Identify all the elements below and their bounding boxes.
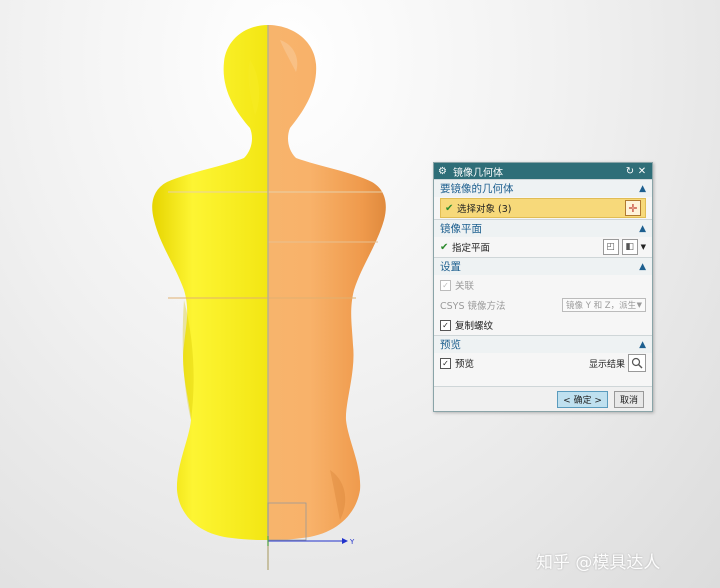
section-settings: 设置 ▲ ✓ 关联 CSYS 镜像方法 镜像 Y 和 Z，派生 ▼ ✓ 复制螺纹 (434, 257, 652, 335)
mirror-body-left-yellow[interactable] (152, 25, 268, 540)
csys-method-label: CSYS 镜像方法 (440, 301, 506, 312)
show-result-label: 显示结果 (588, 359, 625, 370)
chevron-up-icon[interactable]: ▲ (639, 262, 646, 272)
section-preview: 预览 ▲ ✓ 预览 显示结果 (434, 335, 652, 373)
section-geometry-header[interactable]: 要镜像的几何体 ▲ (434, 180, 652, 197)
specify-plane-label: 指定平面 (452, 243, 491, 254)
crosshair-icon[interactable]: ✛ (625, 200, 641, 216)
ok-button[interactable]: < 确定 > (557, 390, 608, 408)
chevron-down-icon: ▼ (636, 301, 642, 309)
section-geometry-title: 要镜像的几何体 (440, 183, 514, 195)
section-preview-header[interactable]: 预览 ▲ (434, 336, 652, 353)
section-plane-header[interactable]: 镜像平面 ▲ (434, 220, 652, 237)
reset-icon[interactable]: ↻ (624, 166, 636, 177)
chevron-up-icon[interactable]: ▲ (639, 340, 646, 350)
checkmark-icon: ✔ (440, 241, 449, 253)
section-plane-title: 镜像平面 (440, 223, 482, 235)
gear-icon[interactable]: ⚙ (438, 166, 450, 177)
plane-dialog-icon[interactable]: ◰ (602, 239, 619, 255)
associative-row: ✓ 关联 (434, 275, 652, 295)
dialog-titlebar[interactable]: ⚙ 镜像几何体 ↻ ✕ (434, 163, 652, 179)
magnifier-icon[interactable] (628, 354, 646, 372)
watermark: 知乎 @模具达人 (536, 553, 661, 573)
y-axis-label: Y (349, 538, 355, 546)
copy-thread-label: 复制螺纹 (455, 321, 494, 332)
checkmark-icon: ✔ (445, 202, 454, 214)
inferred-plane-icon[interactable]: ◧ (621, 239, 638, 255)
preview-label: 预览 (455, 359, 475, 370)
mirror-body-right-orange[interactable] (268, 25, 386, 540)
select-object-row[interactable]: ✔ 选择对象 (3) ✛ (440, 198, 646, 218)
associative-label: 关联 (455, 281, 475, 292)
preview-row: ✓ 预览 显示结果 (434, 353, 652, 373)
close-icon[interactable]: ✕ (636, 166, 648, 177)
section-settings-title: 设置 (440, 261, 461, 273)
dialog-title: 镜像几何体 (453, 167, 503, 179)
dialog-footer: < 确定 > 取消 (434, 386, 652, 411)
copy-thread-row[interactable]: ✓ 复制螺纹 (434, 315, 652, 335)
plane-dropdown-arrow-icon[interactable]: ▼ (641, 243, 646, 251)
select-object-label: 选择对象 (3) (457, 204, 512, 215)
cancel-button[interactable]: 取消 (613, 390, 644, 408)
section-geometry: 要镜像的几何体 ▲ ✔ 选择对象 (3) ✛ (434, 179, 652, 218)
preview-checkbox[interactable]: ✓ (440, 357, 451, 369)
csys-method-select: 镜像 Y 和 Z，派生 ▼ (562, 298, 646, 312)
section-preview-title: 预览 (440, 339, 461, 351)
associative-checkbox: ✓ (440, 279, 451, 291)
csys-method-value: 镜像 Y 和 Z，派生 (566, 301, 637, 311)
chevron-up-icon[interactable]: ▲ (639, 224, 646, 234)
section-settings-header[interactable]: 设置 ▲ (434, 258, 652, 275)
csys-row: CSYS 镜像方法 镜像 Y 和 Z，派生 ▼ (434, 295, 652, 315)
specify-plane-row[interactable]: ✔ 指定平面 ◰ ◧ ▼ (434, 237, 652, 257)
y-axis-arrow (342, 538, 348, 544)
chevron-up-icon[interactable]: ▲ (639, 184, 646, 194)
copy-thread-checkbox[interactable]: ✓ (440, 319, 451, 331)
mirror-geometry-dialog: ⚙ 镜像几何体 ↻ ✕ 要镜像的几何体 ▲ ✔ 选择对象 (3) ✛ 镜像平面 … (433, 162, 653, 412)
section-plane: 镜像平面 ▲ ✔ 指定平面 ◰ ◧ ▼ (434, 219, 652, 257)
